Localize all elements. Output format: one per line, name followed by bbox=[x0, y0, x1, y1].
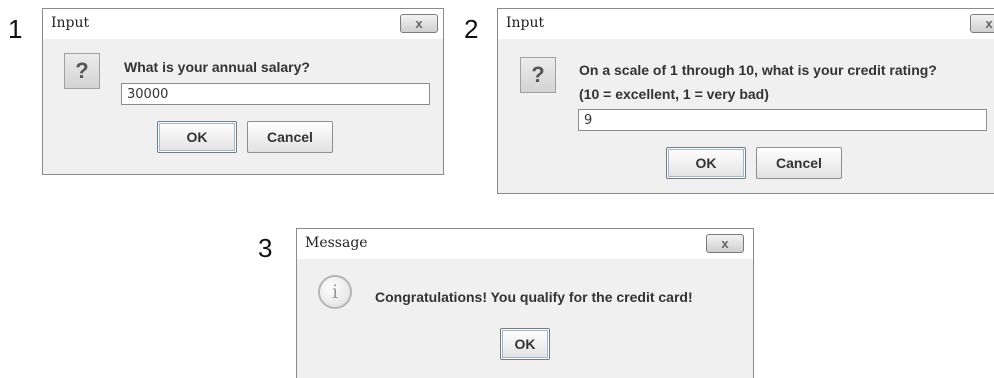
close-button[interactable]: x bbox=[400, 14, 438, 33]
question-icon: ? bbox=[520, 57, 556, 93]
dialog-title: Input bbox=[506, 15, 545, 31]
close-button[interactable]: x bbox=[706, 234, 744, 253]
close-icon: x bbox=[985, 16, 993, 31]
prompt-sublabel: (10 = excellent, 1 = very bad) bbox=[579, 86, 769, 102]
cancel-button[interactable]: Cancel bbox=[756, 147, 842, 179]
ok-button[interactable]: OK bbox=[666, 147, 746, 179]
prompt-label: On a scale of 1 through 10, what is your… bbox=[579, 62, 937, 78]
message-dialog: Message x i Congratulations! You qualify… bbox=[296, 228, 754, 378]
close-icon: x bbox=[415, 16, 423, 31]
close-icon: x bbox=[721, 236, 729, 251]
salary-input[interactable] bbox=[121, 83, 430, 105]
input-dialog-salary: Input x ? What is your annual salary? OK… bbox=[42, 8, 444, 175]
input-dialog-credit-rating: Input x ? On a scale of 1 through 10, wh… bbox=[497, 8, 994, 194]
question-icon: ? bbox=[64, 53, 100, 89]
dialog-title: Input bbox=[51, 15, 90, 31]
dialog-title: Message bbox=[305, 235, 368, 251]
step-number-1: 1 bbox=[8, 14, 23, 44]
ok-button[interactable]: OK bbox=[500, 328, 550, 360]
ok-button[interactable]: OK bbox=[157, 121, 237, 153]
title-bar[interactable]: Input x bbox=[498, 9, 994, 39]
title-bar[interactable]: Input x bbox=[43, 9, 443, 39]
close-button[interactable]: x bbox=[970, 14, 994, 33]
credit-rating-input[interactable] bbox=[578, 109, 987, 131]
info-icon: i bbox=[318, 275, 352, 309]
title-bar[interactable]: Message x bbox=[297, 229, 753, 259]
step-number-3: 3 bbox=[258, 233, 273, 263]
message-text: Congratulations! You qualify for the cre… bbox=[375, 289, 693, 305]
cancel-button[interactable]: Cancel bbox=[247, 121, 333, 153]
step-number-2: 2 bbox=[464, 14, 479, 44]
prompt-label: What is your annual salary? bbox=[124, 59, 310, 75]
